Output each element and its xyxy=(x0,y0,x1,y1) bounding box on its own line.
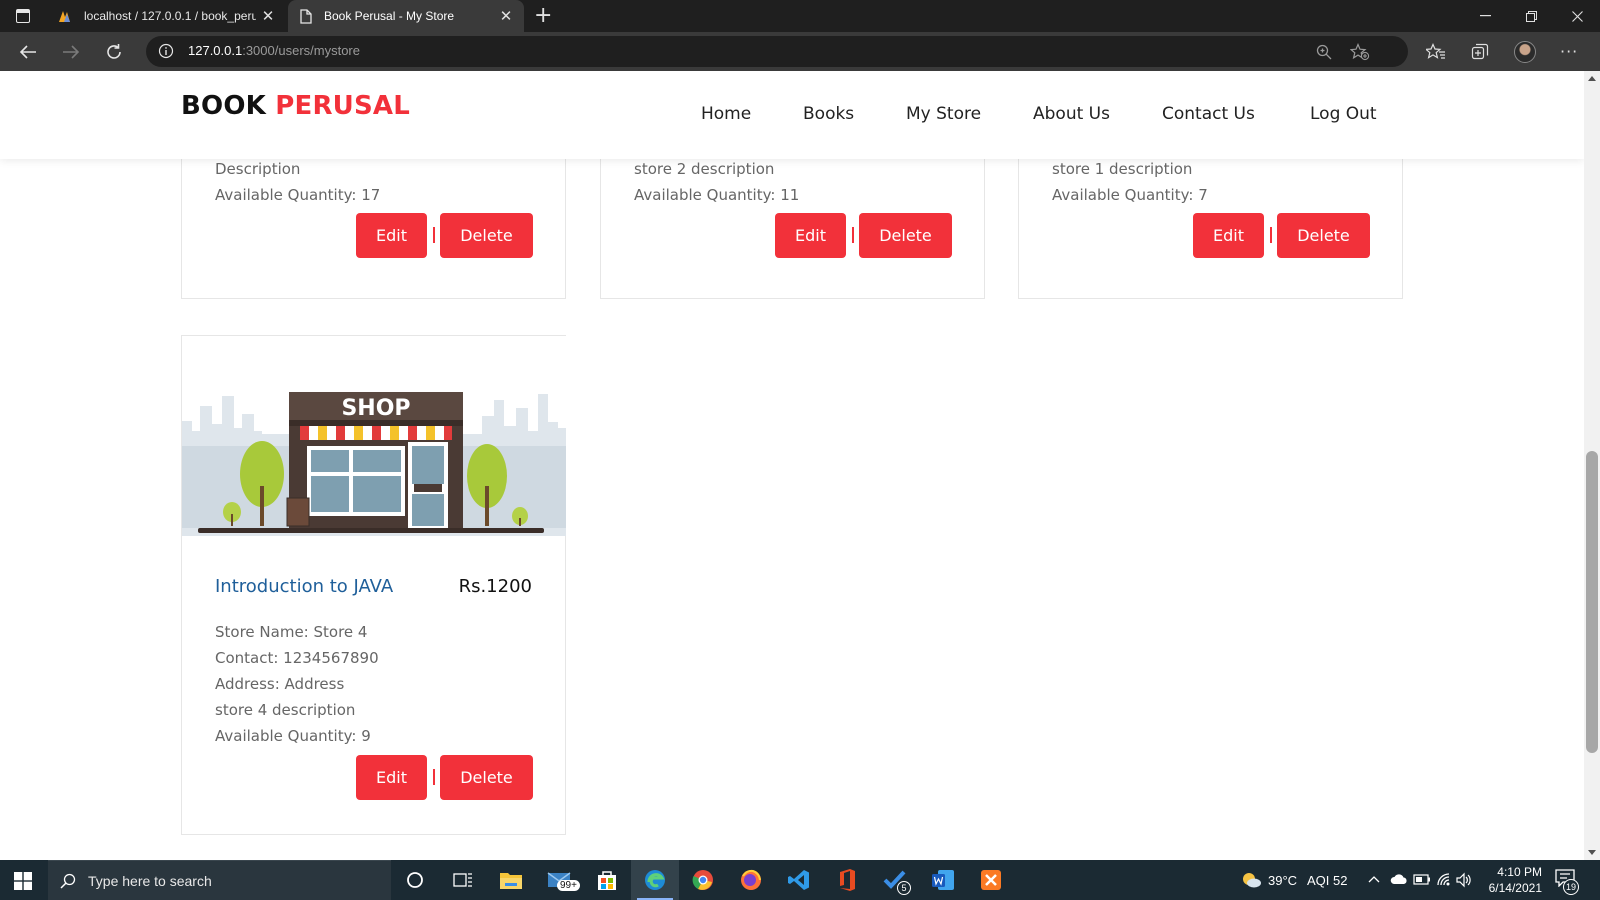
file-explorer-icon[interactable] xyxy=(487,860,535,900)
edit-button[interactable]: Edit xyxy=(356,755,427,800)
edit-button[interactable]: Edit xyxy=(775,213,846,258)
todo-icon[interactable]: 5 xyxy=(871,860,919,900)
delete-button[interactable]: Delete xyxy=(859,213,952,258)
wifi-icon[interactable] xyxy=(1436,872,1452,888)
page-viewport: BOOK PERUSAL Home Books My Store About U… xyxy=(0,71,1584,860)
site-logo[interactable]: BOOK PERUSAL xyxy=(181,91,410,121)
weather-temp[interactable]: 39°C xyxy=(1268,873,1297,888)
battery-icon[interactable] xyxy=(1413,873,1431,886)
xampp-icon[interactable] xyxy=(967,860,1015,900)
close-tab-icon[interactable]: ✕ xyxy=(494,7,518,25)
delete-button[interactable]: Delete xyxy=(440,755,533,800)
close-tab-icon[interactable]: ✕ xyxy=(256,7,280,25)
book-price: Rs.1200 xyxy=(458,576,532,597)
card-contact: Contact: 1234567890 xyxy=(215,649,379,667)
page-scrollbar[interactable] xyxy=(1584,71,1600,860)
windows-start-icon[interactable] xyxy=(14,872,32,890)
delete-button[interactable]: Delete xyxy=(440,213,533,258)
firefox-icon[interactable] xyxy=(727,860,775,900)
notifications-badge: 19 xyxy=(1563,879,1579,895)
card-quantity: Available Quantity: 9 xyxy=(215,727,371,745)
button-divider xyxy=(1270,227,1272,243)
office-icon[interactable] xyxy=(823,860,871,900)
page-icon xyxy=(298,8,314,24)
card-address: Address: Address xyxy=(215,675,345,693)
forward-icon[interactable] xyxy=(59,40,83,64)
card-description: store 1 description xyxy=(1052,160,1193,178)
nav-books[interactable]: Books xyxy=(803,104,854,124)
mail-badge: 99+ xyxy=(557,880,580,891)
word-icon[interactable] xyxy=(919,860,967,900)
button-divider xyxy=(433,227,435,243)
scroll-thumb[interactable] xyxy=(1586,451,1598,753)
vscode-icon[interactable] xyxy=(775,860,823,900)
button-divider xyxy=(852,227,854,243)
weather-icon[interactable] xyxy=(1240,871,1262,889)
mail-icon[interactable]: 99+ xyxy=(535,860,583,900)
tab-book-perusal[interactable]: Book Perusal - My Store ✕ xyxy=(288,0,524,32)
nav-my-store[interactable]: My Store xyxy=(906,104,981,124)
browser-tab-bar: localhost / 127.0.0.1 / book_peru ✕ Book… xyxy=(0,0,1600,32)
onedrive-icon[interactable] xyxy=(1390,873,1408,885)
favorites-icon[interactable] xyxy=(1424,40,1448,64)
card-quantity: Available Quantity: 7 xyxy=(1052,186,1208,204)
nav-about-us[interactable]: About Us xyxy=(1033,104,1110,124)
minimize-icon[interactable] xyxy=(1462,0,1508,32)
restore-icon[interactable] xyxy=(1508,0,1554,32)
shop-image: SHOP xyxy=(182,336,566,536)
add-favorite-icon[interactable] xyxy=(1350,42,1370,62)
chrome-icon[interactable] xyxy=(679,860,727,900)
nav-home[interactable]: Home xyxy=(701,104,751,124)
scroll-down-icon[interactable] xyxy=(1588,850,1596,855)
tab-phpmyadmin[interactable]: localhost / 127.0.0.1 / book_peru ✕ xyxy=(50,0,286,32)
notifications-icon[interactable]: 19 xyxy=(1555,869,1579,895)
browser-toolbar: 127.0.0.1:3000/users/mystore ··· xyxy=(0,32,1600,71)
close-window-icon[interactable] xyxy=(1554,0,1600,32)
new-tab-icon[interactable]: + xyxy=(534,3,552,28)
nav-contact-us[interactable]: Contact Us xyxy=(1162,104,1255,124)
card-description: Description xyxy=(215,160,301,178)
zoom-icon[interactable] xyxy=(1314,42,1334,62)
card-quantity: Available Quantity: 17 xyxy=(215,186,381,204)
chevron-up-icon[interactable] xyxy=(1368,875,1380,883)
book-title[interactable]: Introduction to JAVA xyxy=(215,576,393,597)
site-header: BOOK PERUSAL Home Books My Store About U… xyxy=(0,71,1584,159)
card-description: store 2 description xyxy=(634,160,775,178)
windows-taskbar: Type here to search 99+ 5 39°C AQI 52 4:… xyxy=(0,860,1600,900)
weather-aqi[interactable]: AQI 52 xyxy=(1307,873,1347,888)
store-card-4: SHOP Introduction to JAVA Rs.1200 Store … xyxy=(181,335,566,835)
nav-log-out[interactable]: Log Out xyxy=(1310,104,1377,124)
button-divider xyxy=(433,769,435,785)
address-bar[interactable]: 127.0.0.1:3000/users/mystore xyxy=(146,36,1408,67)
card-description: store 4 description xyxy=(215,701,356,719)
edit-button[interactable]: Edit xyxy=(356,213,427,258)
profile-avatar[interactable] xyxy=(1514,41,1536,63)
taskbar-search[interactable]: Type here to search xyxy=(48,860,391,900)
site-info-icon[interactable] xyxy=(158,43,174,63)
search-icon xyxy=(60,873,76,889)
delete-button[interactable]: Delete xyxy=(1277,213,1370,258)
back-icon[interactable] xyxy=(16,40,40,64)
url-text[interactable]: 127.0.0.1:3000/users/mystore xyxy=(188,43,360,58)
more-options-icon[interactable]: ··· xyxy=(1560,42,1578,61)
shop-sign: SHOP xyxy=(341,396,410,421)
todo-badge: 5 xyxy=(897,881,911,895)
phpmyadmin-icon xyxy=(58,8,74,24)
refresh-icon[interactable] xyxy=(102,40,126,64)
edge-icon[interactable] xyxy=(631,860,679,900)
card-quantity: Available Quantity: 11 xyxy=(634,186,800,204)
collections-icon[interactable] xyxy=(1468,40,1492,64)
taskbar-clock[interactable]: 4:10 PM 6/14/2021 xyxy=(1470,864,1542,896)
tab-actions-icon[interactable] xyxy=(16,9,30,23)
edit-button[interactable]: Edit xyxy=(1193,213,1264,258)
task-view-icon[interactable] xyxy=(439,860,487,900)
cortana-icon[interactable] xyxy=(391,860,439,900)
scroll-up-icon[interactable] xyxy=(1588,76,1596,81)
card-store-name: Store Name: Store 4 xyxy=(215,623,368,641)
store-icon[interactable] xyxy=(583,860,631,900)
